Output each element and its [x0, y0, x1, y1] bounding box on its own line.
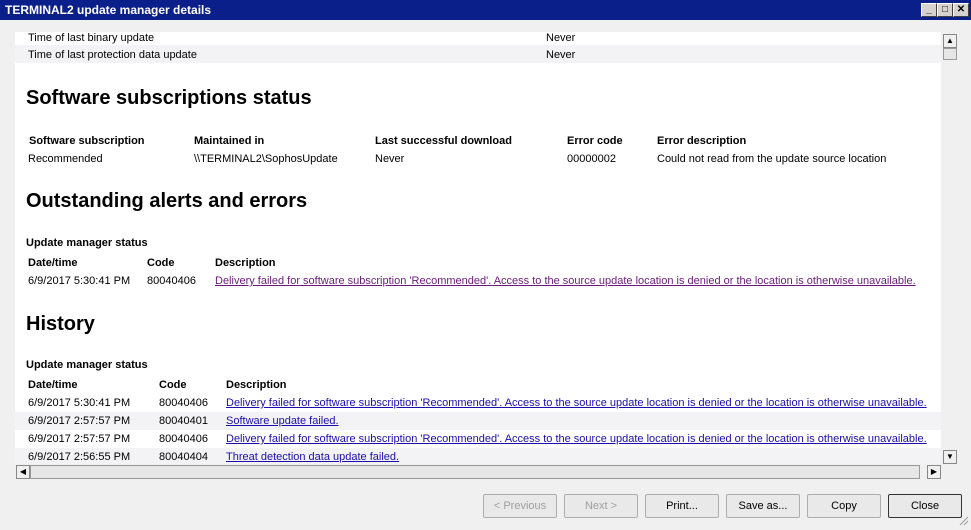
- arrow-left-icon: ◀: [19, 467, 27, 476]
- row-background: [15, 448, 941, 464]
- alert-description-link[interactable]: Delivery failed for software subscriptio…: [215, 275, 916, 287]
- subscriptions-heading: Software subscriptions status: [26, 87, 312, 109]
- arrow-up-icon: ▲: [946, 36, 954, 45]
- history-datetime: 6/9/2017 2:57:57 PM: [28, 415, 131, 427]
- column-header: Code: [147, 257, 175, 269]
- horizontal-scroll-thumb[interactable]: [30, 465, 920, 479]
- maximize-icon: □: [941, 4, 949, 15]
- close-window-button[interactable]: ✕: [953, 3, 969, 17]
- row-background: [15, 412, 941, 430]
- column-header: Code: [159, 379, 187, 391]
- history-code: 80040406: [159, 397, 208, 409]
- history-datetime: 6/9/2017 2:56:55 PM: [28, 451, 131, 463]
- column-header: Error code: [567, 135, 623, 147]
- scroll-left-button[interactable]: ◀: [16, 465, 30, 479]
- history-datetime: 6/9/2017 5:30:41 PM: [28, 397, 131, 409]
- horizontal-scrollbar[interactable]: ◀ ▶: [15, 464, 941, 480]
- minimize-icon: _: [926, 4, 932, 15]
- vertical-scroll-thumb[interactable]: [943, 48, 957, 60]
- subscription-last-download: Never: [375, 153, 405, 165]
- top-row-value: Never: [546, 32, 576, 44]
- column-header: Last successful download: [375, 135, 512, 147]
- column-header: Error description: [657, 135, 747, 147]
- save-as-button[interactable]: Save as...: [726, 494, 800, 518]
- history-subheading: Update manager status: [26, 359, 148, 371]
- history-description-link[interactable]: Software update failed.: [226, 415, 339, 427]
- resize-grip-icon[interactable]: [957, 514, 969, 526]
- alert-datetime: 6/9/2017 5:30:41 PM: [28, 275, 131, 287]
- history-heading: History: [26, 313, 95, 335]
- subscription-error-code: 00000002: [567, 153, 616, 165]
- scroll-right-button[interactable]: ▶: [927, 465, 941, 479]
- column-header: Maintained in: [194, 135, 265, 147]
- top-row-label: Time of last binary update: [28, 32, 155, 44]
- history-code: 80040406: [159, 433, 208, 445]
- history-description-link[interactable]: Threat detection data update failed.: [226, 451, 399, 463]
- history-description-link[interactable]: Delivery failed for software subscriptio…: [226, 433, 927, 445]
- history-description-link[interactable]: Delivery failed for software subscriptio…: [226, 397, 927, 409]
- arrow-down-icon: ▼: [946, 452, 954, 461]
- alerts-subheading: Update manager status: [26, 237, 148, 249]
- subscription-error-description: Could not read from the update source lo…: [657, 153, 887, 165]
- top-row-label: Time of last protection data update: [28, 49, 197, 61]
- scrollbar-corner: [941, 464, 958, 480]
- next-button[interactable]: Next >: [564, 494, 638, 518]
- title-bar: TERMINAL2 update manager details _ □ ✕: [0, 0, 971, 20]
- column-header: Date/time: [28, 257, 78, 269]
- vertical-scrollbar[interactable]: ▲: [941, 32, 958, 464]
- alert-code: 80040406: [147, 275, 196, 287]
- copy-button[interactable]: Copy: [807, 494, 881, 518]
- minimize-button[interactable]: _: [921, 3, 937, 17]
- history-code: 80040404: [159, 451, 208, 463]
- column-header: Description: [226, 379, 287, 391]
- maximize-button[interactable]: □: [937, 3, 953, 17]
- report-view: Time of last binary update Never Time of…: [15, 32, 941, 464]
- alerts-heading: Outstanding alerts and errors: [26, 190, 308, 212]
- print-button[interactable]: Print...: [645, 494, 719, 518]
- history-code: 80040401: [159, 415, 208, 427]
- close-icon: ✕: [956, 4, 966, 15]
- column-header: Description: [215, 257, 276, 269]
- column-header: Date/time: [28, 379, 78, 391]
- top-row-value: Never: [546, 49, 576, 61]
- scroll-down-button[interactable]: ▼: [943, 450, 957, 464]
- subscription-location: \\TERMINAL2\SophosUpdate: [194, 153, 338, 165]
- history-datetime: 6/9/2017 2:57:57 PM: [28, 433, 131, 445]
- column-header: Software subscription: [29, 135, 145, 147]
- close-button[interactable]: Close: [888, 494, 962, 518]
- window-title: TERMINAL2 update manager details: [5, 3, 212, 17]
- previous-button[interactable]: < Previous: [483, 494, 557, 518]
- scroll-up-button[interactable]: ▲: [943, 34, 957, 48]
- arrow-right-icon: ▶: [930, 467, 938, 476]
- subscription-name: Recommended: [28, 153, 103, 165]
